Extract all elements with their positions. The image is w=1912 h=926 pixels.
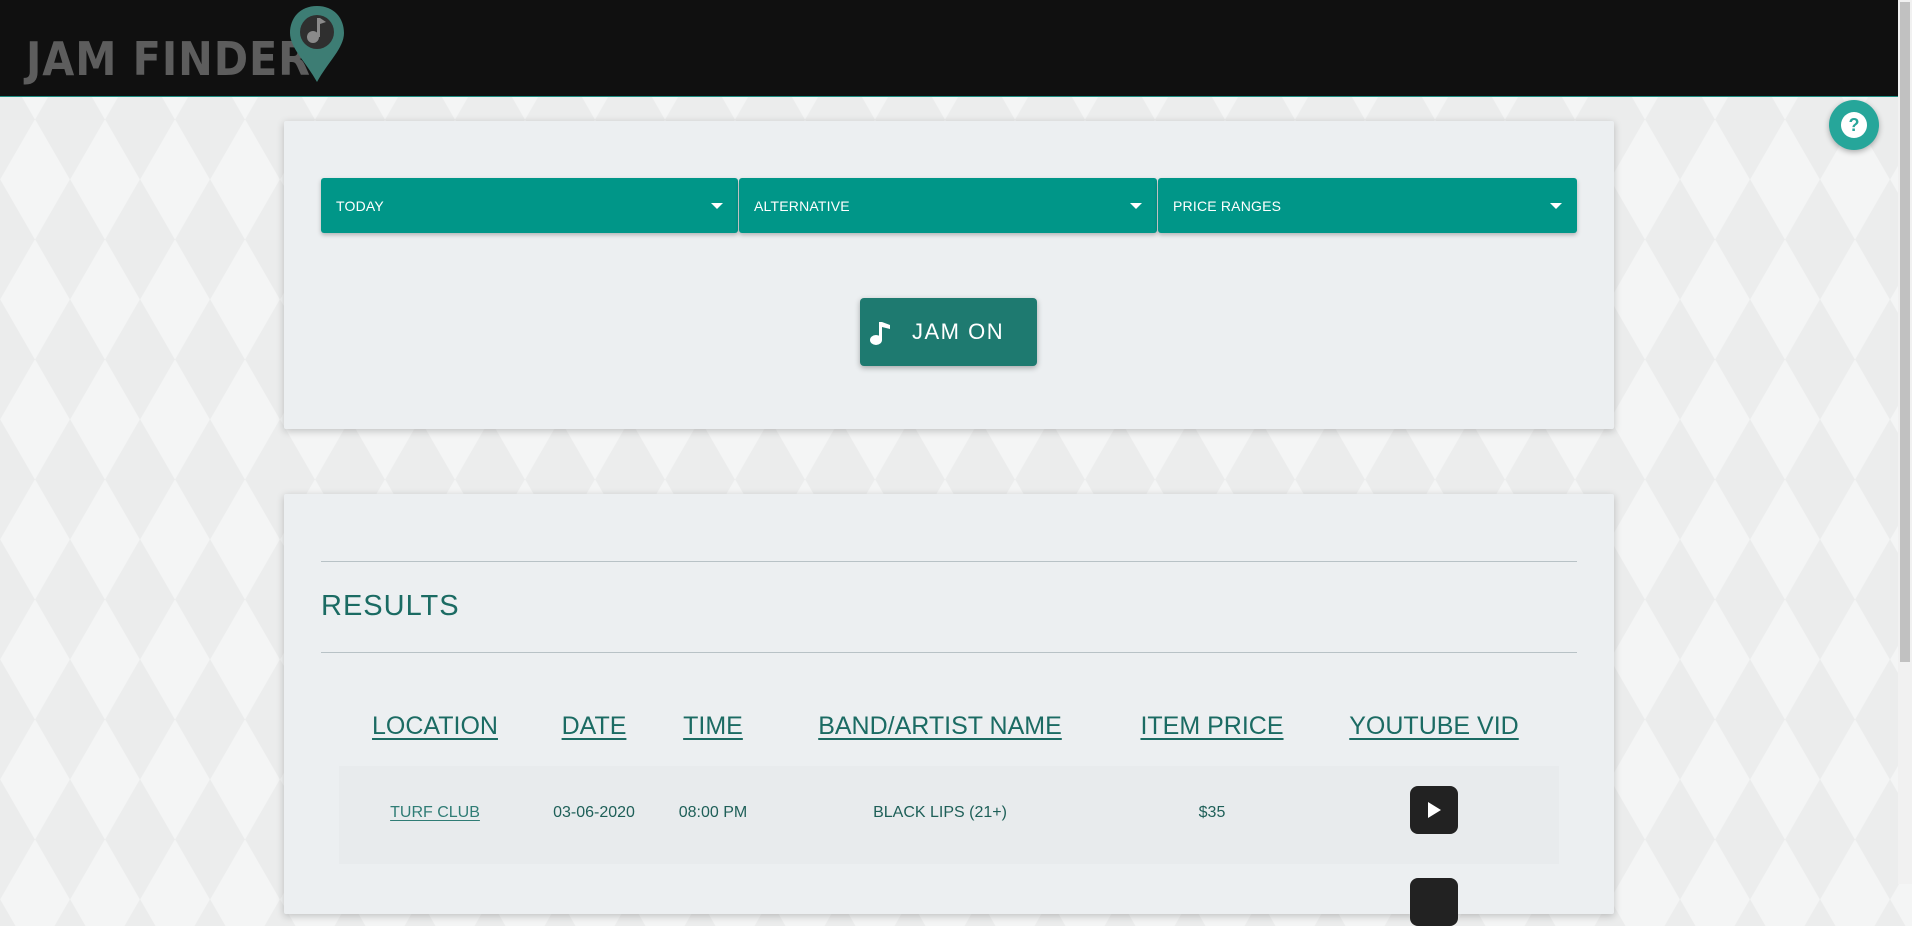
jam-on-label: JAM ON [912,319,1005,344]
help-button[interactable]: ? [1829,100,1879,150]
divider [321,561,1577,562]
column-header-location[interactable]: LOCATION [372,712,498,741]
youtube-play-button[interactable] [1410,786,1458,834]
music-note-icon [870,322,890,345]
genre-dropdown[interactable]: ALTERNATIVE [739,178,1157,233]
divider [321,652,1577,653]
price-dropdown[interactable]: PRICE RANGES [1158,178,1577,233]
location-link[interactable]: TURF CLUB [390,804,480,822]
svg-text:?: ? [1849,115,1860,135]
column-header-date[interactable]: DATE [562,712,627,741]
logo-text: JAM FINDER [26,32,311,86]
results-card: RESULTS LOCATION DATE TIME BAND/ARTIST N… [284,494,1614,926]
question-icon: ? [1841,112,1867,138]
music-pin-icon [290,6,344,82]
item-price: $35 [1198,804,1226,821]
caret-down-icon [1550,202,1562,209]
artist-name: BLACK LIPS (21+) [873,804,1007,821]
column-header-time[interactable]: TIME [683,712,743,741]
column-header-price[interactable]: ITEM PRICE [1140,712,1283,741]
date-dropdown-value: TODAY [336,197,384,214]
youtube-play-button[interactable] [1410,878,1458,926]
event-time: 08:00 PM [678,804,748,821]
top-navbar: JAM FINDER [0,0,1898,97]
price-dropdown-value: PRICE RANGES [1173,197,1282,214]
logo[interactable]: JAM FINDER [24,2,354,86]
genre-dropdown-value: ALTERNATIVE [754,197,850,214]
search-card: TODAY ALTERNATIVE PRICE RANGES JAM ON [284,121,1614,429]
results-title: RESULTS [321,590,460,622]
column-header-youtube[interactable]: YOUTUBE VID [1349,712,1518,741]
play-icon [1428,802,1441,818]
jam-on-button[interactable]: JAM ON [860,298,1037,366]
page-scrollbar[interactable] [1898,0,1912,884]
scrollbar-thumb[interactable] [1900,2,1910,662]
caret-down-icon [711,202,723,209]
date-dropdown[interactable]: TODAY [321,178,738,233]
column-header-artist[interactable]: BAND/ARTIST NAME [818,712,1062,741]
caret-down-icon [1130,202,1142,209]
event-date: 03-06-2020 [553,804,635,821]
